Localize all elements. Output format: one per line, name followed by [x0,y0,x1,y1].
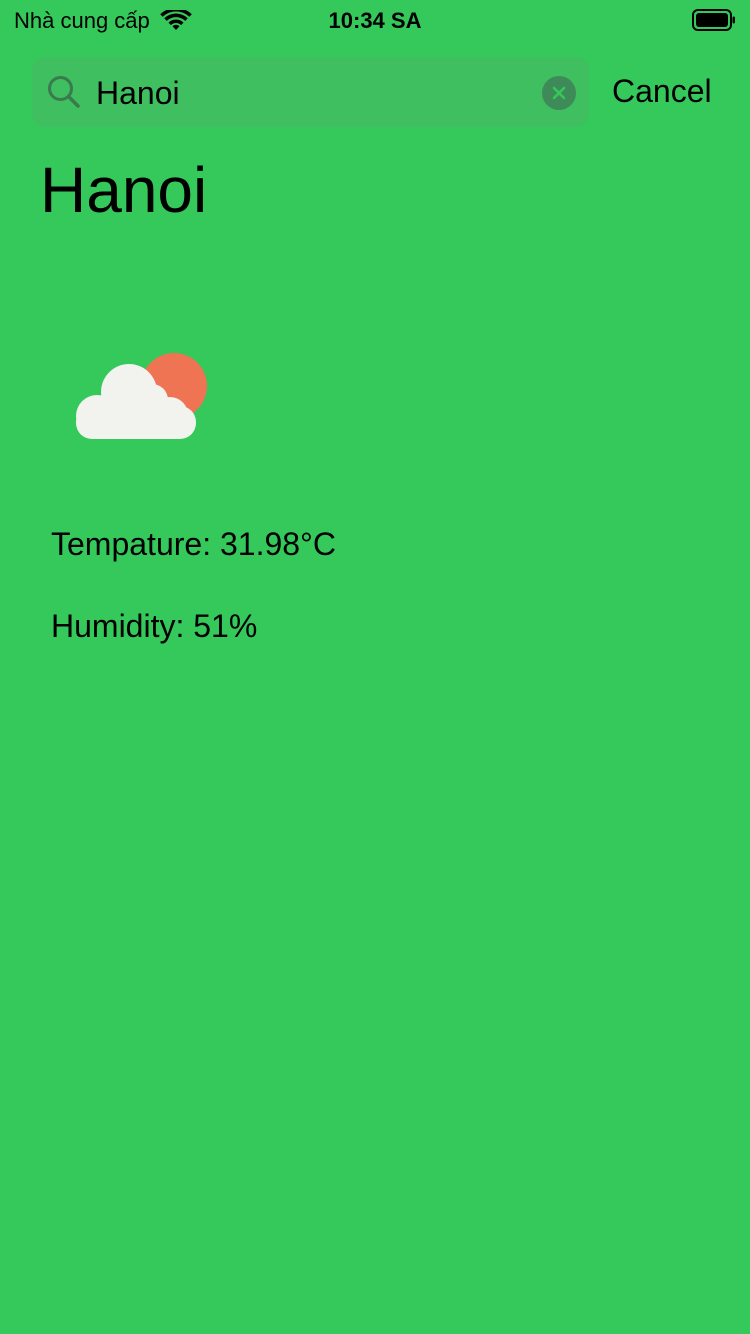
cancel-button[interactable]: Cancel [612,57,712,127]
search-bar: Hanoi Cancel [32,57,732,127]
status-time: 10:34 SA [328,8,422,33]
status-bar: Nhà cung cấp 10:34 SA [0,0,750,40]
temperature-readout: Tempature: 31.98°C [51,524,336,564]
humidity-readout: Humidity: 51% [51,606,257,646]
city-name: Hanoi [40,154,208,226]
humidity-value: 51% [193,608,258,644]
temperature-value: 31.98°C [219,526,336,562]
battery-icon [692,9,735,31]
clear-search-icon[interactable] [542,76,576,110]
temperature-label: Tempature: [51,526,212,562]
humidity-label: Humidity: [51,608,185,644]
partly-cloudy-day-icon [76,353,207,439]
search-input[interactable]: Hanoi [32,57,589,127]
search-icon [48,76,80,108]
search-query-text: Hanoi [96,75,180,111]
